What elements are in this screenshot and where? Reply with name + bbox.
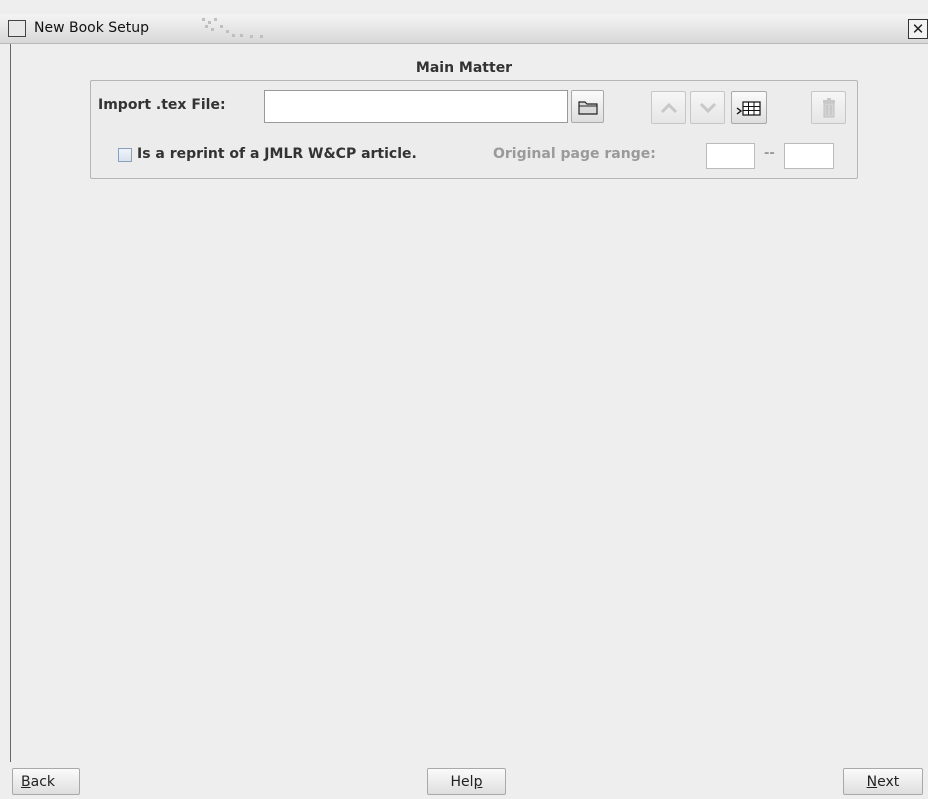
new-book-setup-window: New Book Setup ✕ Main Matter Import .tex… [0,0,928,799]
back-button[interactable]: Back [12,768,80,795]
import-tex-label: Import .tex File: [98,97,226,113]
insert-table-icon [736,100,761,116]
range-end-input[interactable] [784,143,834,169]
help-button[interactable]: Help [427,768,506,795]
arrow-up-icon [660,102,677,113]
move-up-button[interactable] [651,91,686,124]
next-mnemonic: N [866,773,878,790]
move-down-button[interactable] [690,91,725,124]
section-title: Main Matter [415,60,513,76]
next-label: ext [877,773,900,790]
page-range-label: Original page range: [493,146,656,162]
window-menu-icon[interactable] [8,20,26,37]
browse-button[interactable] [571,90,604,123]
back-label: ack [30,773,55,790]
range-separator: -- [764,146,775,161]
delete-button[interactable] [811,91,846,124]
arrow-down-icon [699,102,716,113]
content-border [10,44,11,762]
reprint-label[interactable]: Is a reprint of a JMLR W&CP article. [137,146,417,162]
insert-table-button[interactable] [731,91,767,124]
title-bar-pattern-icon [202,18,263,38]
title-bar[interactable]: New Book Setup ✕ [0,14,928,44]
close-button[interactable]: ✕ [908,19,928,39]
trash-icon [822,97,835,117]
range-start-input[interactable] [706,143,755,169]
window-title: New Book Setup [34,20,150,36]
back-mnemonic: B [21,773,31,790]
import-tex-input[interactable] [264,90,568,123]
help-mnemonic: p [473,773,483,790]
reprint-checkbox[interactable] [118,148,132,162]
folder-icon [577,100,598,115]
help-label: Hel [450,773,474,790]
next-button[interactable]: Next [843,768,923,795]
